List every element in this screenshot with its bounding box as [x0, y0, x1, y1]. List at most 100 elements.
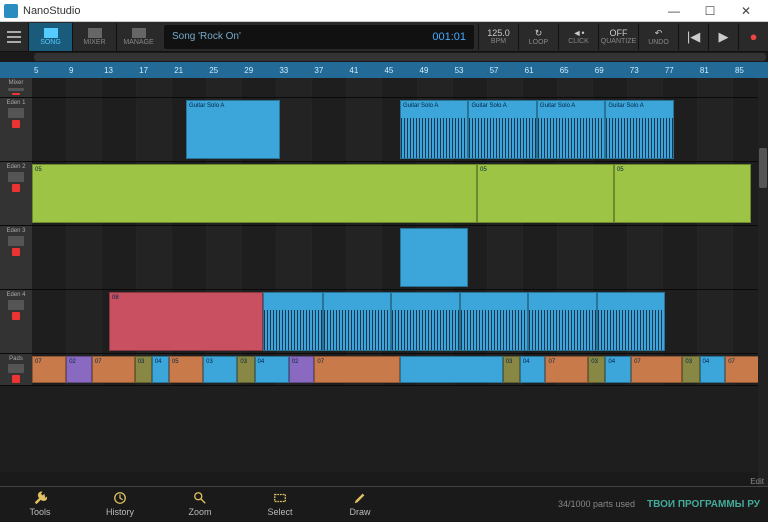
clip[interactable] [391, 292, 459, 351]
clip[interactable]: Guitar Solo A [537, 100, 605, 159]
record-arm-button[interactable] [12, 248, 20, 256]
record-arm-button[interactable] [12, 93, 20, 95]
clip[interactable]: Guitar Solo A [400, 100, 468, 159]
track-header[interactable]: Eden 3 [0, 226, 32, 289]
undo-button[interactable]: ↶UNDO [638, 24, 678, 50]
clip[interactable]: 04 [520, 356, 546, 383]
clip-label: 04 [608, 359, 615, 365]
clip[interactable] [400, 228, 468, 287]
play-button[interactable]: ▶ [708, 24, 738, 50]
clip[interactable]: 07 [631, 356, 682, 383]
track-header[interactable]: Eden 2 [0, 162, 32, 225]
clip-label: 02 [292, 359, 299, 365]
record-arm-button[interactable] [12, 184, 20, 192]
timeline-ruler[interactable]: 5913172125293337414549535761656973778185 [0, 62, 768, 78]
clip[interactable]: 02 [66, 356, 92, 383]
clip[interactable]: 03 [203, 356, 237, 383]
instrument-icon [8, 88, 24, 91]
record-button[interactable]: ● [738, 24, 768, 50]
waveform-icon [598, 310, 664, 350]
clip[interactable]: 07 [32, 356, 66, 383]
instrument-icon [8, 236, 24, 246]
record-arm-button[interactable] [12, 375, 20, 383]
clip[interactable]: 02 [289, 356, 315, 383]
clip-label: 08 [112, 295, 119, 301]
clip-label: 05 [617, 167, 624, 173]
clip[interactable]: 07 [545, 356, 588, 383]
song-tab[interactable]: SONG [28, 23, 72, 51]
clip[interactable]: 04 [255, 356, 289, 383]
song-name: Song 'Rock On' [172, 31, 241, 42]
magnifier-icon [193, 491, 207, 505]
watermark: ТВОИ ПРОГРАММЫ РУ [647, 499, 760, 510]
clip[interactable]: 08 [109, 292, 263, 351]
track-timeline[interactable]: Guitar Solo A Guitar Solo A Guitar Solo A G… [32, 98, 768, 161]
select-button[interactable]: Select [240, 487, 320, 522]
clip-label: 07 [95, 359, 102, 365]
clip[interactable]: 04 [152, 356, 169, 383]
clip[interactable]: Guitar Solo A [605, 100, 673, 159]
clip[interactable]: 03 [682, 356, 699, 383]
loop-control[interactable]: ↻LOOP [518, 24, 558, 50]
clip-label: 04 [703, 359, 710, 365]
clip[interactable] [400, 356, 503, 383]
clip[interactable]: Guitar Solo A [186, 100, 280, 159]
clip[interactable]: 03 [588, 356, 605, 383]
history-button[interactable]: History [80, 487, 160, 522]
minimize-button[interactable]: — [656, 1, 692, 21]
tools-button[interactable]: Tools [0, 487, 80, 522]
horizontal-scroll[interactable] [0, 52, 768, 62]
track-header[interactable]: Pads [0, 354, 32, 385]
clip-label: Guitar Solo A [471, 103, 506, 109]
song-display[interactable]: Song 'Rock On' 001:01 [164, 25, 474, 49]
clip[interactable]: 07 [314, 356, 400, 383]
menu-icon[interactable] [0, 23, 28, 51]
rewind-button[interactable]: |◀ [678, 24, 708, 50]
close-button[interactable]: ✕ [728, 1, 764, 21]
manage-tab[interactable]: MANAGE [116, 23, 160, 51]
draw-button[interactable]: Draw [320, 487, 400, 522]
mixer-tab[interactable]: MIXER [72, 23, 116, 51]
clip[interactable] [597, 292, 665, 351]
clip-label: 03 [591, 359, 598, 365]
clip[interactable]: 03 [135, 356, 152, 383]
clip[interactable] [528, 292, 596, 351]
record-arm-button[interactable] [12, 312, 20, 320]
quantize-control[interactable]: OFFQUANTIZE [598, 24, 638, 50]
clip-label: Guitar Solo A [540, 103, 575, 109]
clip[interactable]: Guitar Solo A [468, 100, 536, 159]
clip[interactable]: 05 [32, 164, 477, 223]
record-arm-button[interactable] [12, 120, 20, 128]
track-timeline[interactable]: 0702070304050303040207030407030407030407 [32, 354, 768, 385]
clip[interactable]: 05 [477, 164, 614, 223]
track-name: Eden 3 [6, 228, 25, 234]
vertical-scroll[interactable] [758, 78, 768, 486]
zoom-button[interactable]: Zoom [160, 487, 240, 522]
maximize-button[interactable]: ☐ [692, 1, 728, 21]
clip-label: Guitar Solo A [403, 103, 438, 109]
clip[interactable]: 03 [237, 356, 254, 383]
clip[interactable]: 04 [605, 356, 631, 383]
clip[interactable]: 07 [92, 356, 135, 383]
bpm-control[interactable]: 125.0BPM [478, 24, 518, 50]
clip[interactable]: 05 [169, 356, 203, 383]
clip[interactable] [323, 292, 391, 351]
clip[interactable]: 04 [700, 356, 726, 383]
track-header[interactable]: Mixer [0, 78, 32, 97]
clip-label: 03 [506, 359, 513, 365]
track-timeline[interactable] [32, 78, 768, 97]
track-timeline[interactable]: 08 [32, 290, 768, 353]
clip[interactable]: 03 [503, 356, 520, 383]
status-text: 34/1000 parts used [558, 499, 635, 509]
clip[interactable] [263, 292, 323, 351]
clip-label: 03 [138, 359, 145, 365]
track-timeline[interactable]: 050505 [32, 162, 768, 225]
track-header[interactable]: Eden 1 [0, 98, 32, 161]
app-title: NanoStudio [23, 5, 81, 17]
click-control[interactable]: ◄•CLICK [558, 24, 598, 50]
clip-label: Guitar Solo A [608, 103, 643, 109]
clip[interactable]: 05 [614, 164, 751, 223]
track-header[interactable]: Eden 4 [0, 290, 32, 353]
clip[interactable] [460, 292, 528, 351]
track-timeline[interactable] [32, 226, 768, 289]
